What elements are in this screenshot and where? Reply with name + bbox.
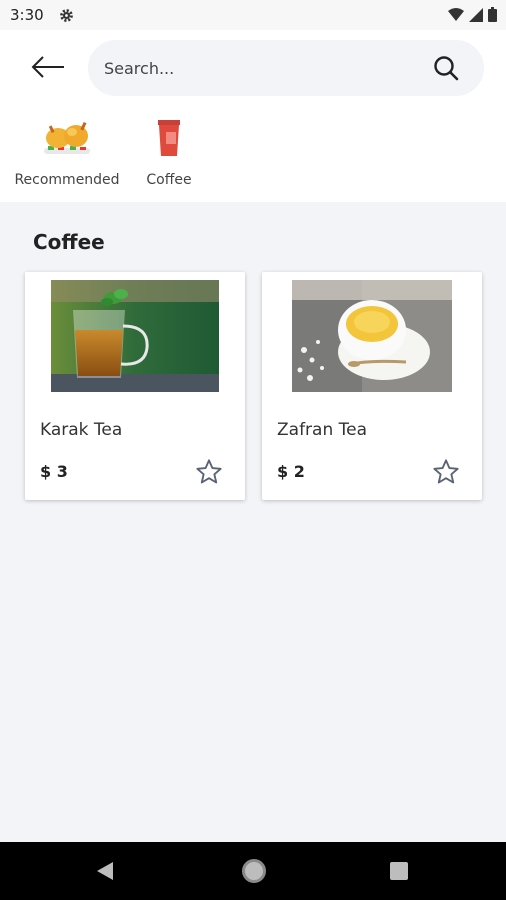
product-name: Zafran Tea: [277, 420, 368, 440]
category-bar: Recommended Coffee: [0, 102, 506, 202]
section-title: Coffee: [33, 230, 105, 254]
category-label: Recommended: [14, 172, 120, 188]
product-card[interactable]: Zafran Tea $ 2: [262, 272, 482, 500]
wifi-icon: [448, 7, 464, 21]
coffee-cup-icon: [142, 116, 196, 160]
saffron-tea-cup-image: [292, 280, 452, 392]
battery-icon: [488, 7, 497, 22]
roast-chicken-icon: [40, 116, 94, 160]
product-card[interactable]: Karak Tea $ 3: [25, 272, 245, 500]
status-bar: 3:30: [0, 0, 506, 30]
category-recommended[interactable]: Recommended: [8, 116, 126, 188]
cellular-signal-icon: [469, 7, 483, 22]
header: [0, 30, 506, 102]
search-input[interactable]: [104, 40, 414, 96]
star-outline-icon[interactable]: [195, 458, 223, 486]
product-price: $ 3: [40, 462, 68, 481]
product-price: $ 2: [277, 462, 305, 481]
product-name: Karak Tea: [40, 420, 123, 440]
status-indicators: [448, 7, 497, 22]
search-icon[interactable]: [432, 54, 460, 82]
search-bar: [88, 40, 484, 96]
status-time: 3:30: [10, 6, 44, 24]
star-outline-icon[interactable]: [432, 458, 460, 486]
glass-tea-cup-image: [51, 280, 219, 392]
nav-home-icon[interactable]: [242, 859, 266, 883]
nav-recents-icon[interactable]: [390, 862, 408, 880]
category-label: Coffee: [146, 172, 192, 188]
nav-back-icon[interactable]: [96, 861, 114, 881]
settings-gear-icon: [60, 9, 73, 22]
category-coffee[interactable]: Coffee: [138, 116, 200, 188]
system-navigation-bar: [0, 842, 506, 900]
arrow-left-icon: [31, 56, 64, 78]
back-button[interactable]: [28, 51, 68, 83]
